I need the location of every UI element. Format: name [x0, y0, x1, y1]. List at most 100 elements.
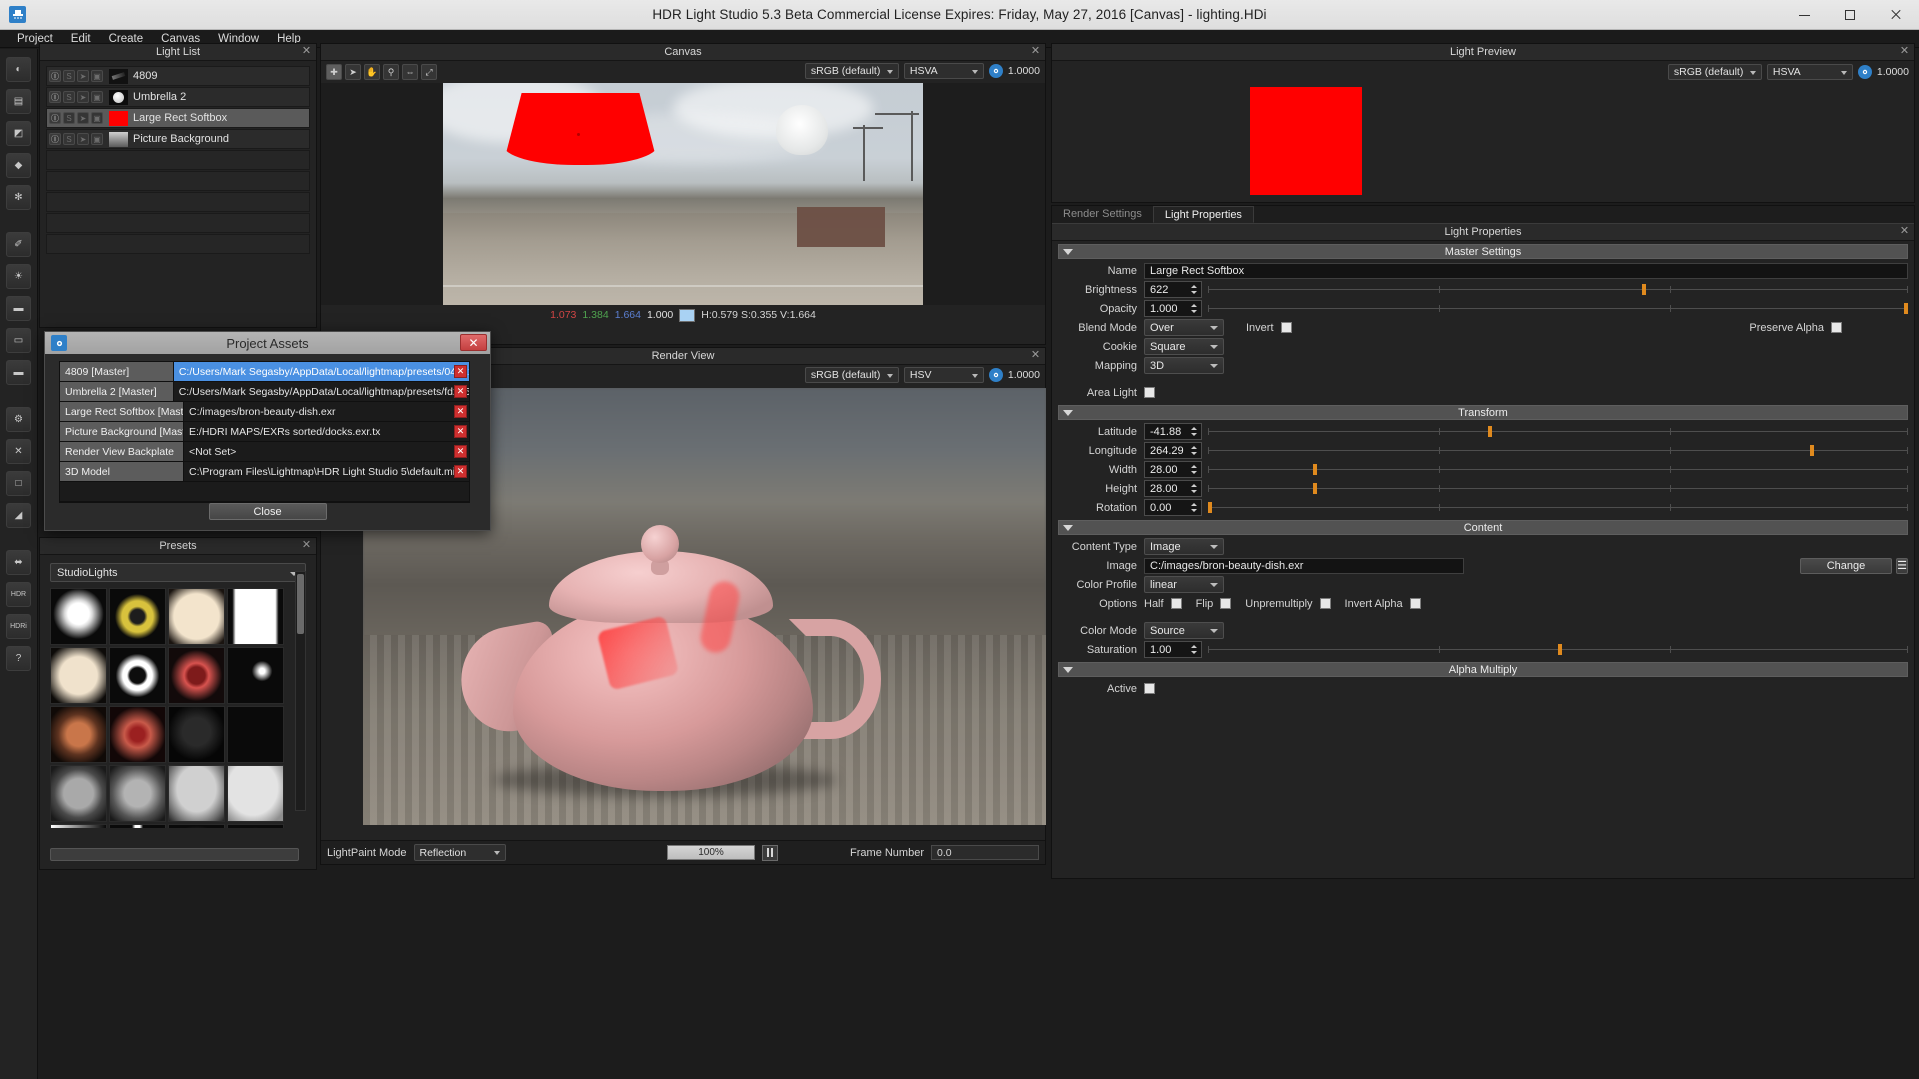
- light-preview-area[interactable]: [1052, 83, 1914, 199]
- delete-icon[interactable]: ✕: [454, 465, 467, 478]
- close-button[interactable]: Close: [208, 503, 327, 520]
- stepper-down-icon[interactable]: [1191, 433, 1197, 436]
- light-list-empty-row[interactable]: [46, 171, 310, 191]
- stepper-up-icon[interactable]: [1191, 427, 1197, 430]
- solo-toggle-icon[interactable]: S: [63, 91, 75, 103]
- asset-path[interactable]: C:/Users/Mark Segasby/AppData/Local/ligh…: [174, 382, 469, 401]
- hdri-environment-image[interactable]: [443, 83, 923, 305]
- preset-cell-black-white-bar[interactable]: [109, 824, 166, 828]
- close-icon[interactable]: ✕: [1899, 46, 1910, 57]
- lock-toggle-icon[interactable]: ▣: [91, 70, 103, 82]
- asset-path[interactable]: <Not Set>: [184, 442, 469, 461]
- close-icon[interactable]: ✕: [1030, 46, 1041, 57]
- preset-cell-dark-sphere-spot[interactable]: [168, 706, 225, 763]
- select-toggle-icon[interactable]: ➤: [77, 133, 89, 145]
- browse-icon[interactable]: ☰: [1896, 557, 1908, 574]
- rect-tool-icon[interactable]: ▭: [6, 328, 31, 353]
- section-content[interactable]: Content: [1058, 520, 1908, 535]
- help-question-icon[interactable]: ?: [6, 646, 31, 671]
- mapping-select[interactable]: 3D: [1144, 357, 1224, 374]
- stepper-up-icon[interactable]: [1191, 446, 1197, 449]
- area-light-checkbox[interactable]: [1144, 387, 1155, 398]
- zoom-magnifier-icon[interactable]: ⚲: [383, 64, 399, 80]
- preset-cell-soft-square-glow[interactable]: [50, 647, 107, 704]
- canvas-gamma-value[interactable]: 1.0000: [1008, 65, 1040, 77]
- softbox-light-preview[interactable]: [503, 93, 658, 165]
- preset-scrollbar[interactable]: [295, 571, 306, 811]
- move-tool-icon[interactable]: ✚: [326, 64, 342, 80]
- fit-width-icon[interactable]: ⇔: [402, 64, 418, 80]
- change-image-button[interactable]: Change: [1800, 557, 1892, 574]
- longitude-input[interactable]: 264.29: [1144, 442, 1202, 459]
- stepper-down-icon[interactable]: [1191, 509, 1197, 512]
- light-list-row-2[interactable]: Ⓘ S ➤ ▣ Large Rect Softbox: [46, 108, 310, 128]
- render-color-profile-select[interactable]: sRGB (default): [804, 367, 899, 383]
- settings-gear-icon[interactable]: ⚙: [6, 407, 31, 432]
- delete-icon[interactable]: ✕: [454, 425, 467, 438]
- stepper-down-icon[interactable]: [1191, 310, 1197, 313]
- preset-cell-ring-flash[interactable]: [109, 647, 166, 704]
- gear-icon[interactable]: [988, 368, 1003, 382]
- solo-toggle-icon[interactable]: S: [63, 112, 75, 124]
- close-icon[interactable]: ✕: [301, 46, 312, 57]
- preset-cell-grey-soft-square[interactable]: [227, 765, 284, 822]
- frame-number-input[interactable]: 0.0: [931, 845, 1039, 860]
- power-toggle-icon[interactable]: Ⓘ: [49, 133, 61, 145]
- fit-all-icon[interactable]: ⤢: [421, 64, 437, 80]
- stepper-up-icon[interactable]: [1191, 285, 1197, 288]
- preset-cell-dark-dish[interactable]: [168, 824, 225, 828]
- preset-bottom-bar[interactable]: [50, 848, 299, 861]
- height-input[interactable]: 28.00: [1144, 480, 1202, 497]
- droplet-tool-icon[interactable]: ◆: [6, 153, 31, 178]
- rotation-slider[interactable]: [1208, 499, 1908, 516]
- asset-path[interactable]: E:/HDRI MAPS/EXRs sorted/docks.exr.tx: [184, 422, 469, 441]
- preset-cell-beauty-dish-red[interactable]: [168, 647, 225, 704]
- asset-path[interactable]: C:/images/bron-beauty-dish.exr: [184, 402, 469, 421]
- height-slider[interactable]: [1208, 480, 1908, 497]
- blend-mode-select[interactable]: Over: [1144, 319, 1224, 336]
- section-master-settings[interactable]: Master Settings: [1058, 244, 1908, 259]
- asset-row-1[interactable]: Umbrella 2 [Master] C:/Users/Mark Segasby…: [60, 382, 469, 402]
- stepper-down-icon[interactable]: [1191, 452, 1197, 455]
- gear-icon[interactable]: [1857, 65, 1872, 79]
- half-checkbox[interactable]: [1170, 598, 1182, 609]
- color-profile-select[interactable]: linear: [1144, 576, 1224, 593]
- section-alpha-multiply[interactable]: Alpha Multiply: [1058, 662, 1908, 677]
- name-input[interactable]: Large Rect Softbox: [1144, 262, 1908, 279]
- stepper-down-icon[interactable]: [1191, 490, 1197, 493]
- stepper-up-icon[interactable]: [1191, 465, 1197, 468]
- close-button[interactable]: [1873, 0, 1919, 30]
- lock-toggle-icon[interactable]: ▣: [91, 91, 103, 103]
- close-icon[interactable]: ✕: [301, 540, 312, 551]
- brush-tool-icon[interactable]: ✐: [6, 232, 31, 257]
- opacity-slider[interactable]: [1208, 300, 1908, 317]
- select-toggle-icon[interactable]: ➤: [77, 70, 89, 82]
- stepper-down-icon[interactable]: [1191, 471, 1197, 474]
- stepper-down-icon[interactable]: [1191, 651, 1197, 654]
- width-slider[interactable]: [1208, 461, 1908, 478]
- stepper-up-icon[interactable]: [1191, 484, 1197, 487]
- lock-toggle-icon[interactable]: ▣: [91, 133, 103, 145]
- sphere-tool-icon[interactable]: ✻: [6, 185, 31, 210]
- preset-cell-grey-umbrella-1[interactable]: [50, 765, 107, 822]
- light-list-empty-row[interactable]: [46, 150, 310, 170]
- preset-cell-scribble-white[interactable]: [227, 706, 284, 763]
- select-arrow-icon[interactable]: ➤: [345, 64, 361, 80]
- light-list-empty-row[interactable]: [46, 234, 310, 254]
- rotation-input[interactable]: 0.00: [1144, 499, 1202, 516]
- preview-color-profile-select[interactable]: sRGB (default): [1667, 64, 1762, 80]
- umbrella-light-preview[interactable]: [776, 105, 828, 155]
- opacity-input[interactable]: 1.000: [1144, 300, 1202, 317]
- image-path-input[interactable]: C:/images/bron-beauty-dish.exr: [1144, 557, 1464, 574]
- teapot-3d-model[interactable]: [452, 491, 885, 797]
- asset-row-3[interactable]: Picture Background [Maste...E:/HDRI MAPS…: [60, 422, 469, 442]
- preview-gamma-value[interactable]: 1.0000: [1877, 66, 1909, 78]
- preset-cell-copper-bowl[interactable]: [50, 706, 107, 763]
- light-list-row-1[interactable]: Ⓘ S ➤ ▣ Umbrella 2: [46, 87, 310, 107]
- tab-render-settings[interactable]: Render Settings: [1052, 206, 1153, 223]
- close-icon[interactable]: ✕: [1899, 226, 1910, 237]
- stepper-up-icon[interactable]: [1191, 645, 1197, 648]
- flip-checkbox[interactable]: [1220, 598, 1232, 609]
- preset-cell-white-round-softbox[interactable]: [50, 588, 107, 645]
- brightness-slider[interactable]: [1208, 281, 1908, 298]
